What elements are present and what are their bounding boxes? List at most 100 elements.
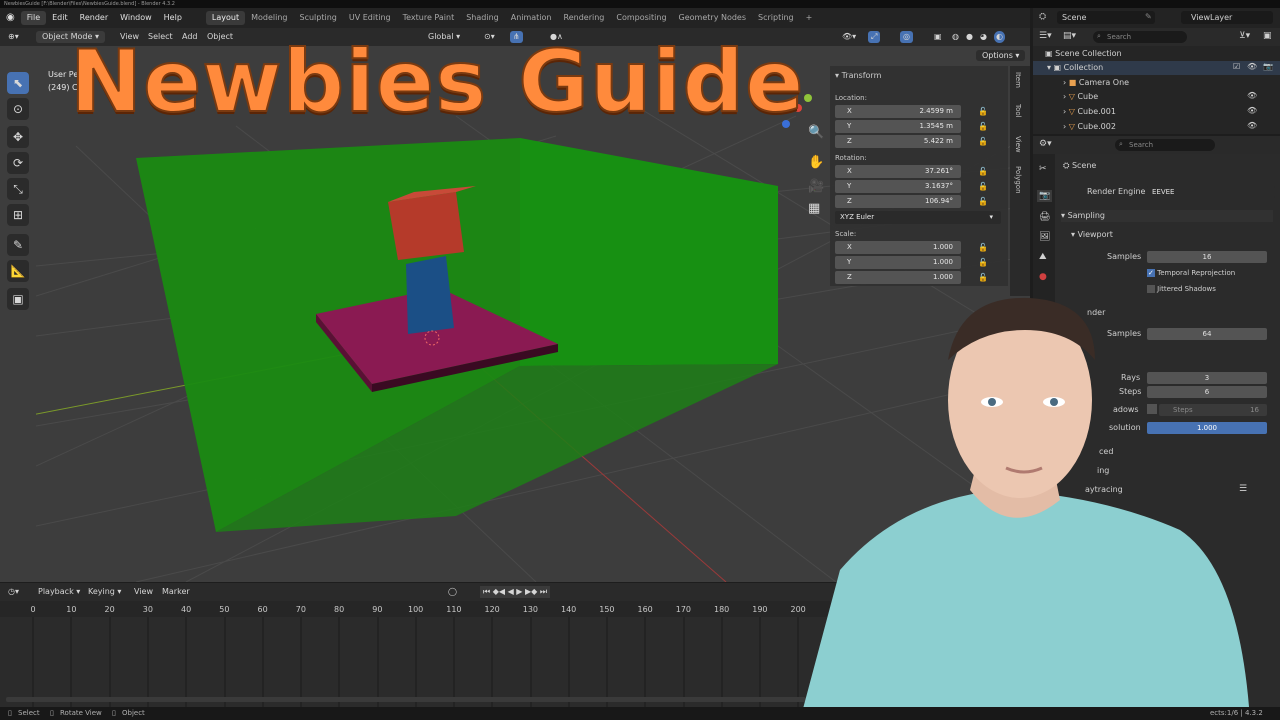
world-tab-icon[interactable]: ●: [1039, 272, 1047, 282]
outliner-search-input[interactable]: Search: [1093, 31, 1187, 43]
tab-animation[interactable]: Animation: [505, 11, 558, 25]
scene-field[interactable]: Scene: [1057, 11, 1155, 24]
rotation-mode-dropdown[interactable]: XYZ Euler ▾: [835, 211, 1001, 224]
select-box-tool-icon[interactable]: ⬉: [7, 72, 29, 94]
shading-wireframe-icon[interactable]: ◍: [952, 31, 959, 43]
camera-view-icon[interactable]: 🎥: [808, 178, 824, 194]
location-x-field[interactable]: X 2.4599 m: [835, 105, 961, 118]
scene-tab-icon[interactable]: ⛰: [1039, 252, 1047, 262]
editor-type-icon[interactable]: ⊕▾: [8, 31, 19, 43]
overlay-icon[interactable]: ◎: [900, 31, 913, 43]
display-mode-icon[interactable]: ▤▾: [1063, 31, 1076, 41]
zoom-icon[interactable]: 🔍: [808, 123, 824, 140]
blender-logo-icon[interactable]: ◉: [0, 8, 21, 28]
lock-icon[interactable]: 🔓: [978, 273, 988, 283]
tab-scripting[interactable]: Scripting: [752, 11, 800, 25]
camera-render-icon[interactable]: 📷: [1263, 62, 1273, 71]
outliner-row-cube-002[interactable]: › ▽ Cube.002: [1033, 120, 1280, 134]
viewport-samples-field[interactable]: 16: [1147, 251, 1267, 263]
tab-item[interactable]: Item: [1014, 72, 1022, 88]
menu-playback[interactable]: Playback ▾: [38, 586, 80, 598]
outliner-row-camera[interactable]: › ■ Camera One: [1033, 76, 1280, 90]
location-y-field[interactable]: Y 1.3545 m: [835, 120, 961, 133]
shading-material-icon[interactable]: ◕: [980, 31, 987, 43]
tab-polygon[interactable]: Polygon: [1014, 166, 1022, 194]
tab-rendering[interactable]: Rendering: [558, 11, 611, 25]
transform-tool-icon[interactable]: ⊞: [7, 204, 29, 226]
tool-tab-icon[interactable]: ✂: [1039, 164, 1047, 174]
menu-edit[interactable]: Edit: [46, 8, 74, 28]
eye-icon[interactable]: 👁: [1247, 91, 1257, 100]
checkbox-icon[interactable]: ☑: [1233, 62, 1240, 71]
tab-geometry-nodes[interactable]: Geometry Nodes: [673, 11, 752, 25]
properties-type-icon[interactable]: ⚙▾: [1039, 139, 1052, 149]
pan-hand-icon[interactable]: ✋: [808, 154, 824, 170]
annotate-tool-icon[interactable]: ✎: [7, 234, 29, 256]
viewlayer-field[interactable]: ViewLayer: [1181, 11, 1273, 24]
lock-icon[interactable]: 🔓: [978, 182, 988, 192]
menu-file[interactable]: File: [20, 11, 47, 25]
outliner-row-cube[interactable]: › ▽ Cube: [1033, 90, 1280, 104]
menu-view[interactable]: View: [134, 586, 153, 598]
tab-view[interactable]: View: [1014, 136, 1022, 153]
outliner-row-scene-collection[interactable]: ▣ Scene Collection: [1033, 47, 1280, 61]
outliner-type-icon[interactable]: ☰▾: [1039, 31, 1052, 41]
tab-texture-paint[interactable]: Texture Paint: [397, 11, 461, 25]
tab-sculpting[interactable]: Sculpting: [294, 11, 343, 25]
transform-header[interactable]: ▾ Transform: [835, 71, 881, 80]
lock-icon[interactable]: 🔓: [978, 137, 988, 147]
tab-modeling[interactable]: Modeling: [245, 11, 293, 25]
gizmo-y-icon[interactable]: [804, 94, 812, 102]
scale-x-field[interactable]: X 1.000: [835, 241, 961, 254]
record-icon[interactable]: ◯: [448, 586, 457, 598]
options-dropdown[interactable]: Options ▾: [976, 50, 1026, 61]
view-layer-tab-icon[interactable]: 🖼: [1039, 232, 1050, 242]
shading-rendered-icon[interactable]: ◐: [994, 31, 1005, 43]
scale-z-field[interactable]: Z 1.000: [835, 271, 961, 284]
rotate-tool-icon[interactable]: ⟳: [7, 152, 29, 174]
location-z-field[interactable]: Z 5.422 m: [835, 135, 961, 148]
perspective-grid-icon[interactable]: ▦: [808, 201, 820, 216]
outliner-row-collection[interactable]: ▾ ▣ Collection: [1033, 61, 1280, 75]
menu-help[interactable]: Help: [158, 8, 188, 28]
render-engine-dropdown[interactable]: EEVEE: [1147, 186, 1275, 198]
scale-y-field[interactable]: Y 1.000: [835, 256, 961, 269]
lock-icon[interactable]: 🔓: [978, 122, 988, 132]
xray-icon[interactable]: ▣: [934, 31, 942, 43]
render-tab-icon[interactable]: 📷: [1037, 190, 1053, 202]
temporal-reprojection-checkbox[interactable]: ✓ Temporal Reprojection: [1147, 267, 1235, 279]
add-workspace-button[interactable]: +: [800, 11, 819, 25]
scale-tool-icon[interactable]: ⤡: [7, 178, 29, 200]
menu-keying[interactable]: Keying ▾: [88, 586, 121, 598]
rotation-y-field[interactable]: Y 3.1637°: [835, 180, 961, 193]
new-collection-icon[interactable]: ▣: [1263, 31, 1272, 41]
menu-window[interactable]: Window: [114, 8, 158, 28]
add-cube-tool-icon[interactable]: ▣: [7, 288, 29, 310]
outliner-row-cube-001[interactable]: › ▽ Cube.001: [1033, 105, 1280, 119]
gizmo-icon[interactable]: ⤢: [868, 31, 881, 43]
tab-layout[interactable]: Layout: [205, 11, 246, 25]
properties-search-input[interactable]: Search: [1115, 139, 1215, 151]
lock-icon[interactable]: 🔓: [978, 258, 988, 268]
rotation-x-field[interactable]: X 37.261°: [835, 165, 961, 178]
tab-shading[interactable]: Shading: [460, 11, 505, 25]
eye-icon[interactable]: 👁: [1247, 121, 1257, 130]
eye-icon[interactable]: 👁: [1247, 62, 1257, 71]
move-tool-icon[interactable]: ✥: [7, 126, 29, 148]
tab-tool[interactable]: Tool: [1014, 104, 1022, 118]
tab-compositing[interactable]: Compositing: [610, 11, 672, 25]
output-tab-icon[interactable]: 🖨: [1039, 212, 1050, 222]
eye-icon[interactable]: 👁: [1247, 106, 1257, 115]
lock-icon[interactable]: 🔓: [978, 107, 988, 117]
timeline-editor-icon[interactable]: ◷▾: [8, 586, 19, 598]
sampling-panel-header[interactable]: ▾ Sampling: [1061, 210, 1273, 222]
visibility-icon[interactable]: 👁▾: [842, 31, 856, 43]
menu-marker[interactable]: Marker: [162, 586, 190, 598]
timeline-scrollbar[interactable]: [6, 697, 806, 702]
lock-icon[interactable]: 🔓: [978, 167, 988, 177]
measure-tool-icon[interactable]: 📐: [7, 260, 29, 282]
rotation-z-field[interactable]: Z 106.94°: [835, 195, 961, 208]
lock-icon[interactable]: 🔓: [978, 197, 988, 207]
playback-controls[interactable]: ⏮ ◆◀ ◀ ▶ ▶◆ ⏭: [480, 586, 551, 598]
filter-icon[interactable]: ⊻▾: [1239, 31, 1250, 41]
